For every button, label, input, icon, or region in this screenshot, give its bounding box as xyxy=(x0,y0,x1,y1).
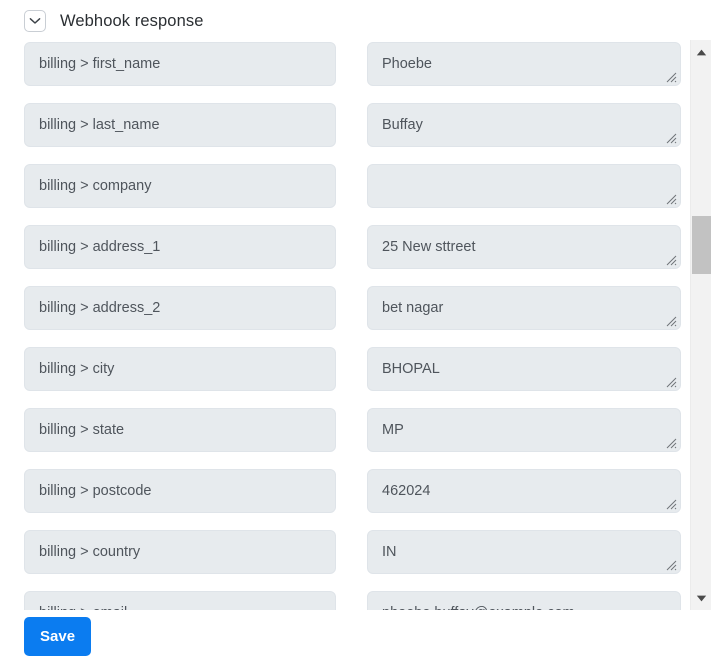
mapping-value-text: MP xyxy=(382,422,404,438)
vertical-scrollbar[interactable] xyxy=(690,40,711,610)
mapping-value-text: BHOPAL xyxy=(382,361,440,377)
mapping-key-field[interactable]: billing > country xyxy=(24,530,336,574)
mapping-value-textarea[interactable]: Phoebe xyxy=(367,42,681,86)
mapping-value-textarea[interactable]: Buffay xyxy=(367,103,681,147)
mapping-row: billing > country IN xyxy=(0,530,690,591)
panel-footer: Save xyxy=(0,610,726,663)
mapping-value-text: IN xyxy=(382,544,397,560)
mapping-key-field[interactable]: billing > postcode xyxy=(24,469,336,513)
mapping-value-textarea[interactable]: 462024 xyxy=(367,469,681,513)
mapping-row: billing > address_2 bet nagar xyxy=(0,286,690,347)
mapping-row: billing > first_name Phoebe xyxy=(0,42,690,103)
mapping-row: billing > company xyxy=(0,164,690,225)
save-button[interactable]: Save xyxy=(24,617,92,656)
mapping-value-textarea[interactable]: bet nagar xyxy=(367,286,681,330)
mapping-key-field[interactable]: billing > city xyxy=(24,347,336,391)
mapping-value-text: bet nagar xyxy=(382,300,444,316)
mapping-key-field[interactable]: billing > state xyxy=(24,408,336,452)
mapping-value-textarea[interactable]: BHOPAL xyxy=(367,347,681,391)
mapping-row: billing > address_1 25 New sttreet xyxy=(0,225,690,286)
mapping-row: billing > last_name Buffay xyxy=(0,103,690,164)
mapping-value-text: Buffay xyxy=(382,117,423,133)
mapping-key-field[interactable]: billing > address_1 xyxy=(24,225,336,269)
mapping-key-field[interactable]: billing > first_name xyxy=(24,42,336,86)
mapping-list-scroll-region: billing > first_name Phoebe billing > last… xyxy=(0,40,726,610)
mapping-row: billing > postcode 462024 xyxy=(0,469,690,530)
scroll-up-arrow-icon[interactable] xyxy=(691,42,711,62)
panel-collapse-toggle[interactable] xyxy=(24,10,46,32)
mapping-rows: billing > first_name Phoebe billing > last… xyxy=(0,42,690,610)
mapping-value-text: 25 New sttreet xyxy=(382,239,476,255)
panel-header: Webhook response xyxy=(24,9,203,33)
scroll-down-arrow-icon[interactable] xyxy=(691,588,711,608)
mapping-key-field[interactable]: billing > last_name xyxy=(24,103,336,147)
mapping-key-field[interactable]: billing > email xyxy=(24,591,336,610)
mapping-value-textarea[interactable] xyxy=(367,164,681,208)
mapping-value-textarea[interactable]: phoebe.buffay@example.com xyxy=(367,591,681,610)
mapping-key-field[interactable]: billing > address_2 xyxy=(24,286,336,330)
mapping-row: billing > state MP xyxy=(0,408,690,469)
mapping-row: billing > city BHOPAL xyxy=(0,347,690,408)
mapping-value-text: Phoebe xyxy=(382,56,432,72)
chevron-down-icon xyxy=(29,17,41,25)
mapping-row: billing > email phoebe.buffay@example.com xyxy=(0,591,690,610)
page-title: Webhook response xyxy=(60,11,204,30)
mapping-value-textarea[interactable]: IN xyxy=(367,530,681,574)
webhook-response-panel: Webhook response billing > first_name Pho… xyxy=(0,0,726,663)
mapping-key-field[interactable]: billing > company xyxy=(24,164,336,208)
mapping-value-text: 462024 xyxy=(382,483,431,499)
scrollbar-thumb[interactable] xyxy=(692,216,711,274)
mapping-value-textarea[interactable]: MP xyxy=(367,408,681,452)
mapping-value-textarea[interactable]: 25 New sttreet xyxy=(367,225,681,269)
